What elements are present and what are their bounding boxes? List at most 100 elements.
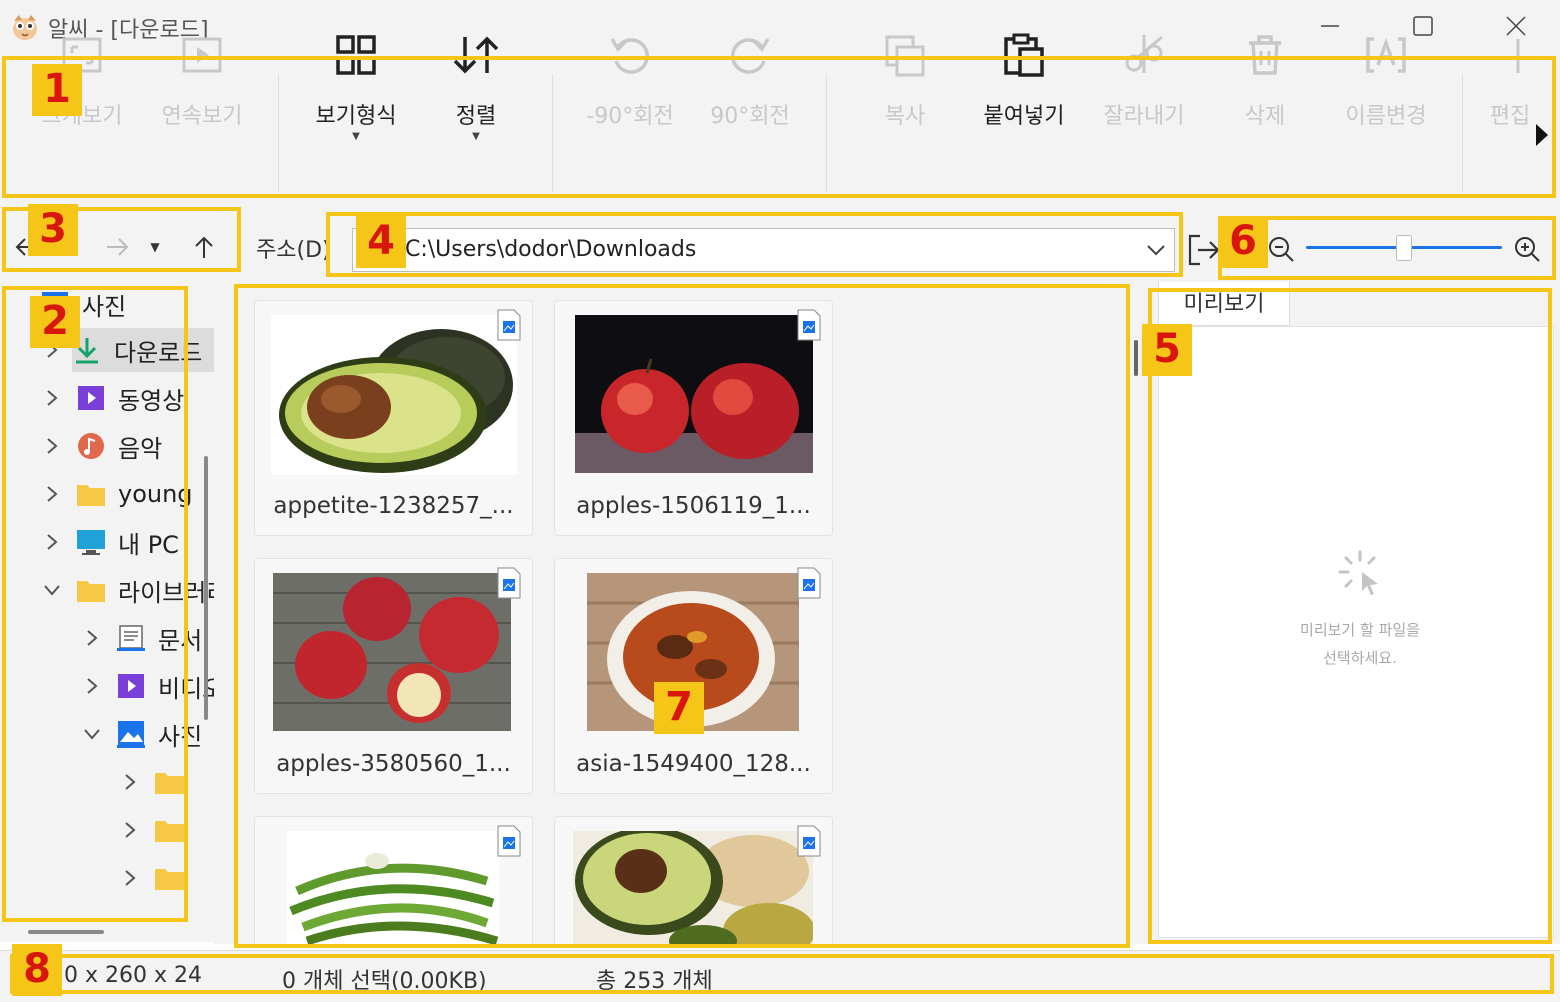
tree-horizontal-scrollbar[interactable] [28, 930, 104, 934]
rotate-right-button[interactable]: 90°회전 [702, 30, 798, 150]
avocado-icon [271, 315, 517, 475]
view-mode-label: 보기형식 [315, 104, 397, 129]
tree-item-label: 다운로드 [114, 338, 203, 367]
history-dropdown-button[interactable]: ▼ [140, 222, 170, 272]
folder-icon [76, 575, 106, 605]
preview-message-line1: 미리보기 할 파일을 [1300, 621, 1420, 639]
cursor-loading-icon [1338, 550, 1378, 595]
folder-icon [154, 767, 184, 797]
beans-icon [287, 831, 499, 944]
copy-button[interactable]: 복사 [870, 30, 940, 150]
folder-icon [154, 863, 184, 893]
zoom-slider-thumb[interactable] [1396, 235, 1412, 261]
tree-item-videos[interactable]: 동영상 [40, 376, 184, 420]
copy-label: 복사 [884, 104, 926, 129]
file-tile[interactable] [554, 816, 833, 944]
file-tile[interactable]: appetite-1238257_... [254, 300, 533, 536]
rotate-right-icon [725, 30, 775, 80]
edit-button[interactable]: 편집 [1490, 30, 1530, 150]
delete-label: 삭제 [1244, 104, 1286, 129]
edit-icon [1490, 30, 1530, 80]
address-value[interactable]: C:\Users\dodor\Downloads [405, 237, 696, 262]
caret-down-icon: ▼ [472, 131, 480, 142]
tree-item-subfolder[interactable] [118, 808, 196, 852]
tree-item-music[interactable]: 음악 [40, 424, 162, 468]
rotate-left-icon [605, 30, 655, 80]
toolbar-separator [1462, 74, 1463, 192]
edit-label: 편집 [1490, 104, 1530, 129]
file-name: apples-3580560_1... [276, 751, 511, 777]
preview-empty-message: 미리보기 할 파일을 선택하세요. [1254, 616, 1466, 672]
tree-item-label: 사진 [82, 292, 127, 321]
file-tile[interactable] [254, 816, 533, 944]
paste-label: 붙여넣기 [983, 104, 1065, 129]
address-input[interactable]: C:\Users\dodor\Downloads [352, 228, 1175, 272]
sort-button[interactable]: 정렬 ▼ [426, 30, 526, 150]
tree-scrollbar[interactable] [204, 456, 208, 720]
tab-preview[interactable]: 미리보기 [1158, 282, 1290, 326]
rename-label: 이름변경 [1345, 104, 1427, 129]
image-file-icon [797, 825, 821, 857]
toolbar-separator [278, 74, 279, 192]
forward-button[interactable] [100, 222, 136, 272]
image-file-icon [497, 309, 521, 341]
toolbar-separator [826, 74, 827, 192]
rename-icon [1361, 30, 1411, 80]
file-tile[interactable]: apples-1506119_1... [554, 300, 833, 536]
view-mode-button[interactable]: 보기형식 ▼ [304, 30, 408, 150]
image-file-icon [797, 309, 821, 341]
toolbar-more-arrow-icon[interactable] [1536, 124, 1548, 146]
rename-button[interactable]: 이름변경 [1336, 30, 1436, 150]
cut-icon [1119, 30, 1169, 80]
preview-message-line2: 선택하세요. [1323, 649, 1397, 667]
up-folder-button[interactable] [186, 222, 222, 272]
tree-item-library-videos[interactable]: 비디오 [80, 664, 214, 708]
arrow-up-icon [195, 236, 213, 258]
tree-item-label: 사진 [158, 722, 203, 751]
folder-icon [154, 815, 184, 845]
copy-icon [880, 30, 930, 80]
file-tile[interactable]: asia-1549400_128... [554, 558, 833, 794]
chevron-down-icon [80, 722, 104, 746]
annotation-number: 5 [1142, 324, 1192, 376]
folder-tree: 사진 다운로드 동영상 음악 young 내 PC 라이브러리 문서 [0, 282, 214, 942]
document-icon [116, 623, 146, 653]
file-list-scrollbar[interactable] [1134, 340, 1138, 376]
delete-button[interactable]: 삭제 [1230, 30, 1300, 150]
caret-down-icon: ▼ [150, 240, 160, 254]
annotation-number: 3 [28, 204, 78, 256]
tree-item-library-pictures[interactable]: 사진 [80, 712, 202, 756]
tree-item-label: 음악 [118, 434, 163, 463]
tree-item-downloads[interactable]: 다운로드 [72, 328, 214, 372]
paste-button[interactable]: 붙여넣기 [974, 30, 1074, 150]
zoom-in-icon[interactable] [1512, 234, 1542, 264]
tree-item-libraries[interactable]: 라이브러리 [40, 568, 214, 612]
chevron-down-icon[interactable] [1144, 239, 1168, 261]
tree-item-documents[interactable]: 문서 [80, 616, 202, 660]
music-icon [76, 431, 106, 461]
tree-item-subfolder[interactable] [118, 760, 196, 804]
tree-item-subfolder[interactable] [118, 856, 196, 900]
annotation-number: 7 [654, 682, 704, 734]
rotate-left-button[interactable]: -90°회전 [576, 30, 684, 150]
zoom-out-icon[interactable] [1266, 234, 1296, 264]
cut-button[interactable]: 잘라내기 [1094, 30, 1194, 150]
image-file-icon [797, 567, 821, 599]
tree-item-this-pc[interactable]: 내 PC [40, 520, 179, 564]
tree-item-label: 내 PC [118, 530, 179, 559]
pictures-icon [116, 719, 146, 749]
status-bar: 50 x 260 x 24 0 개체 선택(0.00KB) 총 253 개체 [0, 950, 1560, 1002]
rotate-right-label: 90°회전 [710, 104, 790, 129]
slideshow-button[interactable]: 연속보기 [152, 30, 252, 150]
chevron-right-icon [40, 434, 64, 458]
chevron-right-icon [80, 674, 104, 698]
tree-item-young[interactable]: young [40, 472, 193, 516]
file-name: asia-1549400_128... [576, 751, 811, 777]
tree-item-label: 라이브러리 [118, 578, 214, 607]
cut-label: 잘라내기 [1103, 104, 1185, 129]
file-tile[interactable]: apples-3580560_1... [254, 558, 533, 794]
chevron-right-icon [118, 770, 142, 794]
go-arrow-icon[interactable] [1186, 230, 1222, 270]
apples-icon [575, 315, 813, 473]
chevron-right-icon [40, 482, 64, 506]
